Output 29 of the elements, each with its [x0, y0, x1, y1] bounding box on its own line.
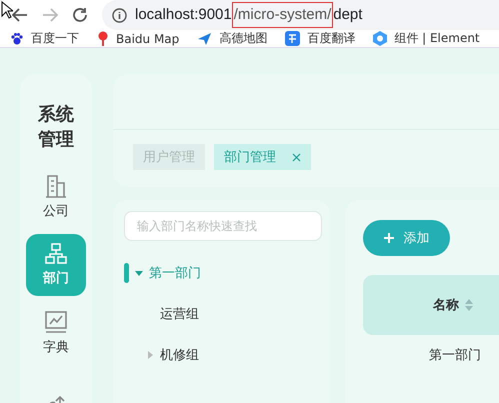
bookmark[interactable]: 组件 | Element [373, 30, 480, 47]
pin-icon [97, 31, 109, 46]
tree-node[interactable]: 机修组 [160, 346, 199, 364]
caret-icon[interactable] [146, 350, 154, 358]
forward-arrow-icon[interactable] [42, 8, 58, 22]
nav-item[interactable]: 公司 [26, 166, 86, 228]
chart-icon [44, 310, 68, 334]
sort-icon[interactable] [465, 299, 473, 311]
bookmark[interactable]: 高德地图 [197, 30, 268, 47]
search-field[interactable]: 输入部门名称快速查找 [124, 211, 322, 241]
building-icon [45, 174, 67, 198]
back-arrow-icon[interactable] [12, 8, 28, 22]
address-bar[interactable]: localhost:9001/micro-system/dept [102, 0, 499, 30]
caret-icon[interactable] [135, 268, 143, 276]
bookmark[interactable]: 百度翻译 [285, 30, 356, 47]
sidebar-title: 系统管理 [36, 103, 75, 152]
close-icon[interactable] [292, 152, 301, 162]
column-header[interactable]: 名称 [433, 296, 459, 314]
bookmark[interactable]: Baidu Map [97, 31, 180, 46]
nav-item[interactable]: 字典 [26, 302, 86, 364]
table-cell-text: 第一部门 [428, 347, 482, 365]
bookmark[interactable]: 百度一下 [10, 30, 79, 47]
hierarchy-icon [45, 243, 67, 265]
paw-icon [10, 32, 24, 46]
info-icon [112, 8, 127, 22]
reload-icon[interactable] [72, 7, 88, 23]
tree-node[interactable]: 运营组 [160, 304, 199, 322]
plus-icon [384, 233, 394, 243]
url-text: localhost:9001/micro-system/dept [135, 2, 362, 28]
